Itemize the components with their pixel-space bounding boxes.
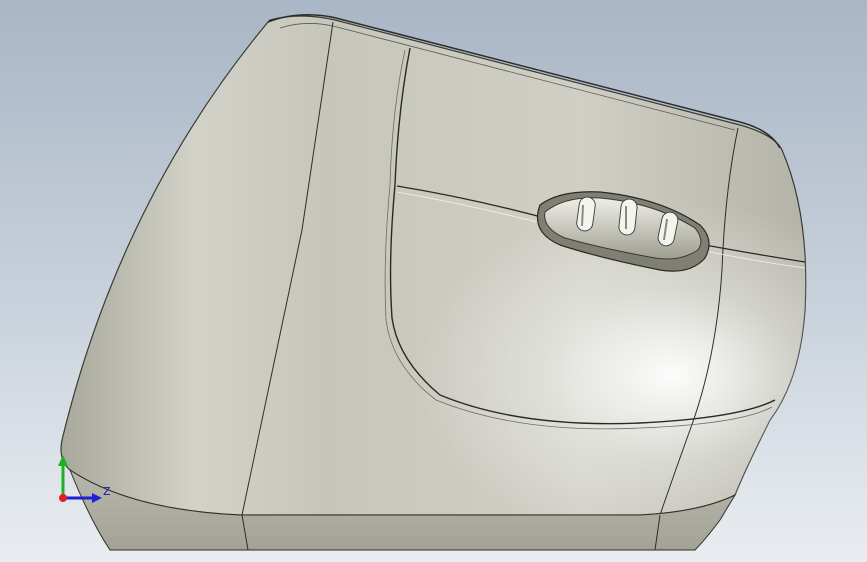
triad-z-label: Z (103, 485, 111, 498)
triad-x-origin (59, 494, 67, 502)
cad-viewport[interactable]: Z (0, 0, 867, 562)
mouse-body[interactable] (60, 14, 807, 551)
wheel-rib-shade-1 (581, 204, 584, 227)
